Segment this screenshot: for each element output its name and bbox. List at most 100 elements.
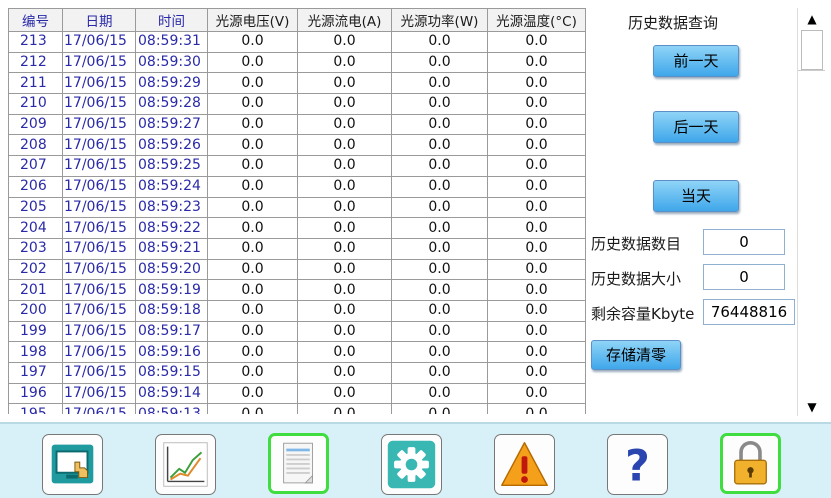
table-row[interactable]: 198 17/06/15 08:59:16 0.0 0.0 0.0 0.0 bbox=[8, 341, 586, 363]
cell-time: 08:59:30 bbox=[135, 51, 208, 74]
cell-temperature: 0.0 bbox=[487, 382, 586, 405]
cell-power: 0.0 bbox=[391, 155, 488, 177]
cell-voltage: 0.0 bbox=[207, 93, 298, 115]
cell-temperature: 0.0 bbox=[487, 341, 586, 363]
col-header-date: 日期 bbox=[62, 8, 136, 32]
cell-id: 210 bbox=[8, 93, 63, 115]
cell-id: 205 bbox=[8, 196, 63, 219]
nav-chart-button[interactable] bbox=[155, 434, 216, 495]
cell-id: 197 bbox=[8, 362, 63, 384]
table-row[interactable]: 199 17/06/15 08:59:17 0.0 0.0 0.0 0.0 bbox=[8, 320, 586, 343]
triangle-up-icon[interactable]: ▲ bbox=[803, 12, 821, 26]
table-row[interactable]: 205 17/06/15 08:59:23 0.0 0.0 0.0 0.0 bbox=[8, 196, 586, 219]
table-row[interactable]: 196 17/06/15 08:59:14 0.0 0.0 0.0 0.0 bbox=[8, 382, 586, 405]
today-button[interactable]: 当天 bbox=[653, 180, 739, 212]
history-count-label: 历史数据数目 bbox=[591, 235, 682, 253]
cell-temperature: 0.0 bbox=[487, 362, 586, 384]
lock-icon bbox=[734, 440, 767, 485]
cell-id: 209 bbox=[8, 113, 63, 136]
cell-temperature: 0.0 bbox=[487, 196, 586, 219]
nav-alarm-button[interactable] bbox=[494, 434, 555, 495]
nav-settings-button[interactable] bbox=[381, 434, 442, 495]
cell-voltage: 0.0 bbox=[207, 237, 298, 260]
nav-history-table-button[interactable] bbox=[268, 433, 329, 494]
cell-power: 0.0 bbox=[391, 258, 488, 281]
cell-voltage: 0.0 bbox=[207, 31, 298, 53]
nav-lock-button[interactable] bbox=[720, 433, 781, 494]
cell-current: 0.0 bbox=[297, 72, 392, 95]
cell-time: 08:59:17 bbox=[135, 320, 208, 343]
cell-current: 0.0 bbox=[297, 258, 392, 281]
cell-temperature: 0.0 bbox=[487, 155, 586, 177]
table-row[interactable]: 213 17/06/15 08:59:31 0.0 0.0 0.0 0.0 bbox=[8, 31, 586, 53]
cell-time: 08:59:26 bbox=[135, 134, 208, 157]
history-query-title: 历史数据查询 bbox=[628, 14, 719, 32]
table-header-row: 编号 日期 时间 光源电压(V) 光源流电(A) 光源功率(W) 光源温度(°C… bbox=[8, 8, 586, 32]
table-row[interactable]: 201 17/06/15 08:59:19 0.0 0.0 0.0 0.0 bbox=[8, 279, 586, 301]
triangle-down-icon[interactable]: ▼ bbox=[803, 400, 821, 414]
cell-voltage: 0.0 bbox=[207, 51, 298, 74]
gear-icon bbox=[387, 440, 436, 489]
table-row[interactable]: 200 17/06/15 08:59:18 0.0 0.0 0.0 0.0 bbox=[8, 299, 586, 322]
cell-temperature: 0.0 bbox=[487, 31, 586, 53]
cell-power: 0.0 bbox=[391, 72, 488, 95]
col-header-current: 光源流电(A) bbox=[297, 8, 392, 32]
cell-temperature: 0.0 bbox=[487, 51, 586, 74]
cell-time: 08:59:15 bbox=[135, 362, 208, 384]
cell-current: 0.0 bbox=[297, 196, 392, 219]
table-row[interactable]: 212 17/06/15 08:59:30 0.0 0.0 0.0 0.0 bbox=[8, 51, 586, 74]
table-row[interactable]: 207 17/06/15 08:59:25 0.0 0.0 0.0 0.0 bbox=[8, 155, 586, 177]
cell-voltage: 0.0 bbox=[207, 113, 298, 136]
warning-icon bbox=[501, 442, 548, 487]
next-day-button[interactable]: 后一天 bbox=[653, 111, 739, 143]
cell-current: 0.0 bbox=[297, 237, 392, 260]
cell-id: 211 bbox=[8, 72, 63, 95]
cell-temperature: 0.0 bbox=[487, 93, 586, 115]
table-row[interactable]: 195 17/06/15 08:59:13 0.0 0.0 0.0 0.0 bbox=[8, 403, 586, 414]
table-row[interactable]: 202 17/06/15 08:59:20 0.0 0.0 0.0 0.0 bbox=[8, 258, 586, 281]
table-row[interactable]: 209 17/06/15 08:59:27 0.0 0.0 0.0 0.0 bbox=[8, 113, 586, 136]
cell-temperature: 0.0 bbox=[487, 217, 586, 239]
cell-voltage: 0.0 bbox=[207, 279, 298, 301]
cell-time: 08:59:18 bbox=[135, 299, 208, 322]
table-row[interactable]: 206 17/06/15 08:59:24 0.0 0.0 0.0 0.0 bbox=[8, 175, 586, 198]
cell-id: 212 bbox=[8, 51, 63, 74]
cell-voltage: 0.0 bbox=[207, 196, 298, 219]
cell-date: 17/06/15 bbox=[62, 93, 136, 115]
clear-storage-button[interactable]: 存储清零 bbox=[591, 340, 681, 370]
history-size-value: 0 bbox=[703, 264, 785, 290]
nav-help-button[interactable]: ? bbox=[607, 434, 668, 495]
cell-id: 196 bbox=[8, 382, 63, 405]
cell-time: 08:59:13 bbox=[135, 403, 208, 414]
cell-date: 17/06/15 bbox=[62, 320, 136, 343]
table-scrollbar[interactable]: ▲ ▼ bbox=[797, 8, 825, 416]
cell-current: 0.0 bbox=[297, 362, 392, 384]
scrollbar-thumb[interactable] bbox=[801, 30, 823, 70]
col-header-temperature: 光源温度(°C) bbox=[487, 8, 586, 32]
table-row[interactable]: 203 17/06/15 08:59:21 0.0 0.0 0.0 0.0 bbox=[8, 237, 586, 260]
cell-power: 0.0 bbox=[391, 320, 488, 343]
cell-date: 17/06/15 bbox=[62, 31, 136, 53]
cell-id: 203 bbox=[8, 237, 63, 260]
prev-day-button[interactable]: 前一天 bbox=[653, 45, 739, 77]
cell-current: 0.0 bbox=[297, 217, 392, 239]
cell-temperature: 0.0 bbox=[487, 175, 586, 198]
cell-power: 0.0 bbox=[391, 382, 488, 405]
cell-voltage: 0.0 bbox=[207, 175, 298, 198]
cell-power: 0.0 bbox=[391, 341, 488, 363]
table-row[interactable]: 210 17/06/15 08:59:28 0.0 0.0 0.0 0.0 bbox=[8, 93, 586, 115]
cell-power: 0.0 bbox=[391, 134, 488, 157]
table-row[interactable]: 208 17/06/15 08:59:26 0.0 0.0 0.0 0.0 bbox=[8, 134, 586, 157]
monitor-touch-icon bbox=[51, 444, 94, 484]
cell-temperature: 0.0 bbox=[487, 320, 586, 343]
table-row[interactable]: 211 17/06/15 08:59:29 0.0 0.0 0.0 0.0 bbox=[8, 72, 586, 95]
table-row[interactable]: 197 17/06/15 08:59:15 0.0 0.0 0.0 0.0 bbox=[8, 362, 586, 384]
table-row[interactable]: 204 17/06/15 08:59:22 0.0 0.0 0.0 0.0 bbox=[8, 217, 586, 239]
cell-power: 0.0 bbox=[391, 237, 488, 260]
help-icon: ? bbox=[625, 442, 650, 491]
cell-voltage: 0.0 bbox=[207, 403, 298, 414]
cell-time: 08:59:27 bbox=[135, 113, 208, 136]
cell-time: 08:59:23 bbox=[135, 196, 208, 219]
cell-voltage: 0.0 bbox=[207, 258, 298, 281]
nav-monitor-button[interactable] bbox=[42, 434, 103, 495]
